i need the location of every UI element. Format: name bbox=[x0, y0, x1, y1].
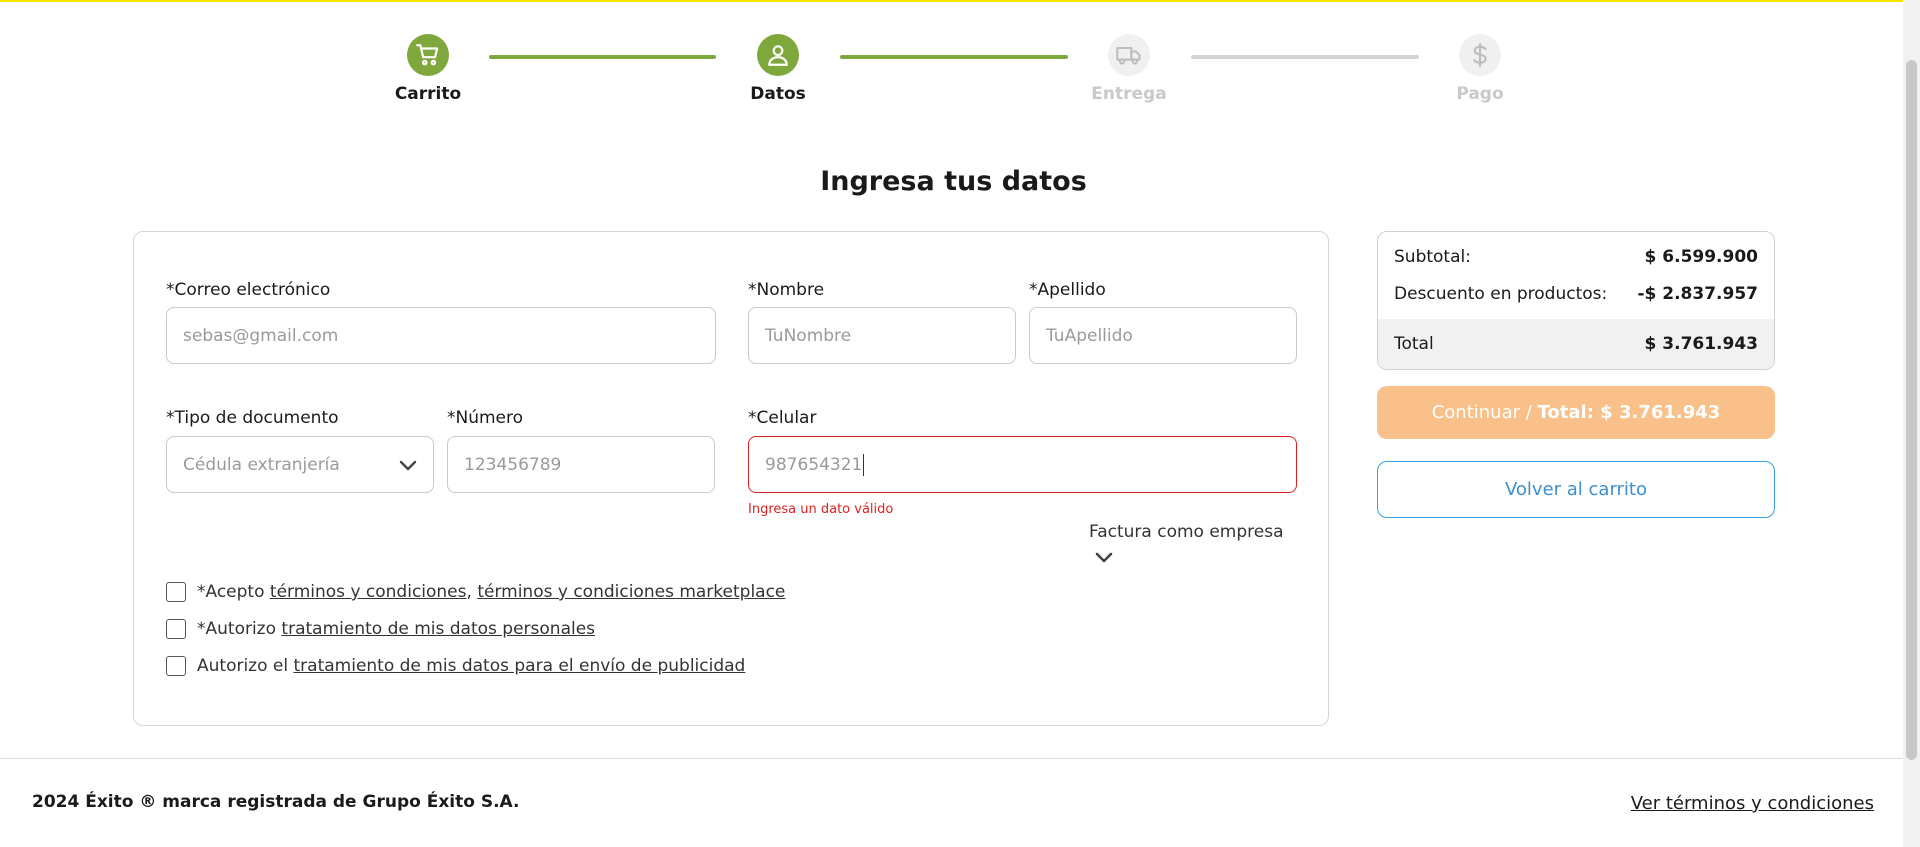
factura-empresa-toggle[interactable]: Factura como empresa bbox=[1089, 522, 1284, 542]
advertising-link[interactable]: tratamiento de mis datos para el envío d… bbox=[294, 656, 746, 676]
apellido-placeholder: TuApellido bbox=[1046, 325, 1133, 346]
dollar-icon bbox=[1459, 34, 1501, 76]
nombre-label: *Nombre bbox=[748, 280, 825, 300]
discount-value: -$ 2.837.957 bbox=[1637, 284, 1758, 304]
footer-terms-link[interactable]: Ver términos y condiciones bbox=[1631, 793, 1874, 814]
chevron-down-icon[interactable] bbox=[1094, 550, 1114, 569]
advertising-checkbox[interactable] bbox=[166, 656, 186, 676]
step-label: Carrito bbox=[394, 84, 462, 104]
text-caret bbox=[863, 453, 865, 476]
step-label: Entrega bbox=[1091, 84, 1167, 104]
discount-label: Descuento en productos: bbox=[1394, 284, 1608, 304]
truck-icon bbox=[1108, 34, 1150, 76]
scrollbar[interactable] bbox=[1903, 0, 1920, 847]
scrollbar-thumb[interactable] bbox=[1906, 60, 1917, 760]
step-pago: Pago bbox=[1420, 34, 1540, 104]
terms-separator: , bbox=[466, 582, 478, 602]
subtotal-label: Subtotal: bbox=[1394, 247, 1471, 267]
nombre-field[interactable]: TuNombre bbox=[748, 307, 1016, 364]
advertising-check-row: Autorizo el tratamiento de mis datos par… bbox=[166, 656, 745, 676]
user-icon bbox=[757, 34, 799, 76]
email-field[interactable]: sebas@gmail.com bbox=[166, 307, 716, 364]
celular-field[interactable]: 987654321 bbox=[748, 436, 1297, 493]
checkout-stepper: Carrito Datos Entrega Pago bbox=[0, 34, 1900, 114]
terms-link[interactable]: términos y condiciones bbox=[270, 582, 467, 602]
email-placeholder: sebas@gmail.com bbox=[183, 325, 339, 346]
subtotal-row: Subtotal: $ 6.599.900 bbox=[1394, 247, 1758, 267]
customer-data-form: *Correo electrónico sebas@gmail.com *Nom… bbox=[133, 231, 1329, 726]
footer-divider bbox=[0, 758, 1903, 759]
tipo-documento-select[interactable]: Cédula extranjería bbox=[166, 436, 434, 493]
total-value: $ 3.761.943 bbox=[1644, 334, 1758, 354]
tipo-documento-label: *Tipo de documento bbox=[166, 408, 339, 428]
cart-icon bbox=[407, 34, 449, 76]
numero-label: *Número bbox=[447, 408, 524, 428]
continue-total: Total: $ 3.761.943 bbox=[1537, 402, 1721, 423]
footer-copyright: 2024 Éxito ® marca registrada de Grupo É… bbox=[32, 792, 520, 812]
page-title: Ingresa tus datos bbox=[820, 166, 1087, 197]
top-accent-line bbox=[0, 0, 1920, 2]
step-entrega: Entrega bbox=[1069, 34, 1189, 104]
data-treatment-link[interactable]: tratamiento de mis datos personales bbox=[281, 619, 595, 639]
celular-label: *Celular bbox=[748, 408, 817, 428]
order-summary: Subtotal: $ 6.599.900 Descuento en produ… bbox=[1377, 231, 1775, 370]
celular-value: 987654321 bbox=[765, 454, 863, 475]
total-row: Total $ 3.761.943 bbox=[1394, 334, 1758, 354]
apellido-field[interactable]: TuApellido bbox=[1029, 307, 1297, 364]
terms-check-row: *Acepto términos y condiciones , término… bbox=[166, 582, 785, 602]
celular-error-message: Ingresa un dato válido bbox=[748, 502, 894, 517]
continue-label: Continuar / bbox=[1431, 402, 1538, 423]
chevron-down-icon bbox=[399, 457, 417, 477]
nombre-placeholder: TuNombre bbox=[765, 325, 852, 346]
continue-button[interactable]: Continuar / Total: $ 3.761.943 bbox=[1377, 386, 1775, 439]
advertising-prefix: Autorizo el bbox=[197, 656, 294, 676]
email-label: *Correo electrónico bbox=[166, 280, 331, 300]
numero-placeholder: 123456789 bbox=[464, 454, 562, 475]
back-to-cart-button[interactable]: Volver al carrito bbox=[1377, 461, 1775, 518]
data-treatment-prefix: *Autorizo bbox=[197, 619, 282, 639]
step-label: Datos bbox=[750, 84, 806, 104]
stepper-connector-2 bbox=[840, 55, 1068, 59]
tipo-documento-value: Cédula extranjería bbox=[183, 454, 340, 475]
step-carrito[interactable]: Carrito bbox=[368, 34, 488, 104]
total-label: Total bbox=[1394, 334, 1434, 354]
step-label: Pago bbox=[1456, 84, 1504, 104]
subtotal-value: $ 6.599.900 bbox=[1644, 247, 1758, 267]
data-treatment-checkbox[interactable] bbox=[166, 619, 186, 639]
step-datos[interactable]: Datos bbox=[718, 34, 838, 104]
stepper-connector-3 bbox=[1191, 55, 1419, 59]
terms-checkbox[interactable] bbox=[166, 582, 186, 602]
apellido-label: *Apellido bbox=[1029, 280, 1106, 300]
data-treatment-check-row: *Autorizo tratamiento de mis datos perso… bbox=[166, 619, 595, 639]
marketplace-terms-link[interactable]: términos y condiciones marketplace bbox=[477, 582, 785, 602]
numero-field[interactable]: 123456789 bbox=[447, 436, 715, 493]
terms-prefix: *Acepto bbox=[197, 582, 270, 602]
stepper-connector-1 bbox=[489, 55, 716, 59]
discount-row: Descuento en productos: -$ 2.837.957 bbox=[1394, 284, 1758, 304]
